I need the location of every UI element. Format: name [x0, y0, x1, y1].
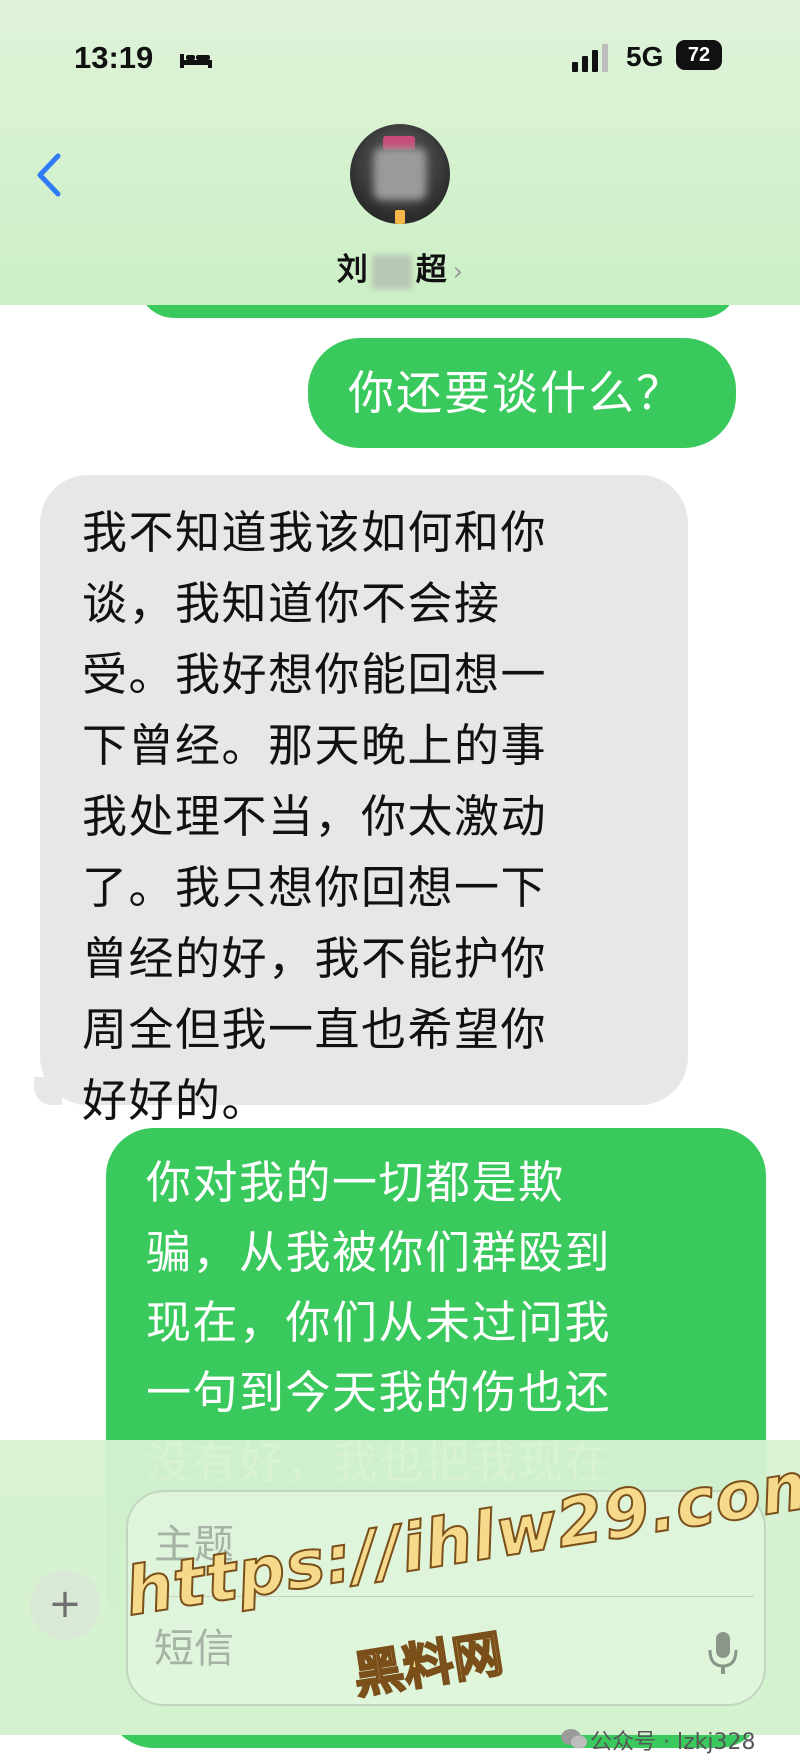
message-bubble-outgoing[interactable]: 你还要谈什么？: [308, 338, 736, 448]
message-line: 现在，你们从未过问我: [146, 1296, 612, 1349]
message-line: 我不知道我该如何和你: [82, 506, 548, 559]
message-line: 曾经的好，我不能护你: [82, 932, 548, 985]
message-line: 受。我好想你能回想一: [82, 648, 548, 701]
add-attachment-button[interactable]: +: [30, 1570, 100, 1640]
bubble-tail: [34, 1077, 62, 1105]
message-line: 了。我只想你回想一下: [82, 861, 548, 914]
battery-indicator: 72: [676, 40, 722, 70]
message-line: 周全但我一直也希望你: [82, 1003, 548, 1056]
compose-bar: + 主题 短信 https://ihlw29.com 黑料网 公众号 · lzk…: [0, 1440, 800, 1755]
message-bubble-incoming[interactable]: 我不知道我该如何和你 谈，我知道你不会接 受。我好想你能回想一 下曾经。那天晚上…: [34, 475, 688, 1127]
cellular-signal-icon: [572, 44, 608, 72]
wechat-icon: [561, 1729, 587, 1749]
contact-name[interactable]: 刘 超 ›: [0, 244, 800, 289]
message-line: 一句到今天我的伤也还: [146, 1366, 612, 1419]
status-time: 13:19: [74, 40, 154, 75]
message-line: 我处理不当，你太激动: [82, 790, 548, 843]
contact-name-last: 超: [415, 252, 447, 288]
source-attribution: 公众号 · lzkj328: [590, 1730, 756, 1755]
sleep-focus-icon: [180, 54, 212, 68]
message-text: 你还要谈什么？: [348, 366, 684, 420]
candle-decoration: [395, 210, 405, 224]
contact-avatar[interactable]: [350, 124, 450, 224]
blurred-face: [374, 148, 426, 200]
conversation-header: 13:19 5G 72 刘 超 ›: [0, 0, 800, 305]
message-line: 你对我的一切都是欺: [146, 1156, 565, 1209]
redacted-name-part: [371, 254, 412, 289]
message-line: 骗，从我被你们群殴到: [146, 1226, 612, 1279]
message-line: 谈，我知道你不会接: [82, 577, 501, 630]
back-chevron-icon[interactable]: [30, 150, 70, 200]
microphone-icon[interactable]: [706, 1628, 740, 1678]
chevron-right-icon: ›: [452, 257, 464, 287]
contact-name-first: 刘: [336, 252, 368, 288]
message-line: 下曾经。那天晚上的事: [82, 719, 548, 772]
network-type: 5G: [626, 41, 664, 72]
message-line: 好好的。: [82, 1074, 269, 1127]
